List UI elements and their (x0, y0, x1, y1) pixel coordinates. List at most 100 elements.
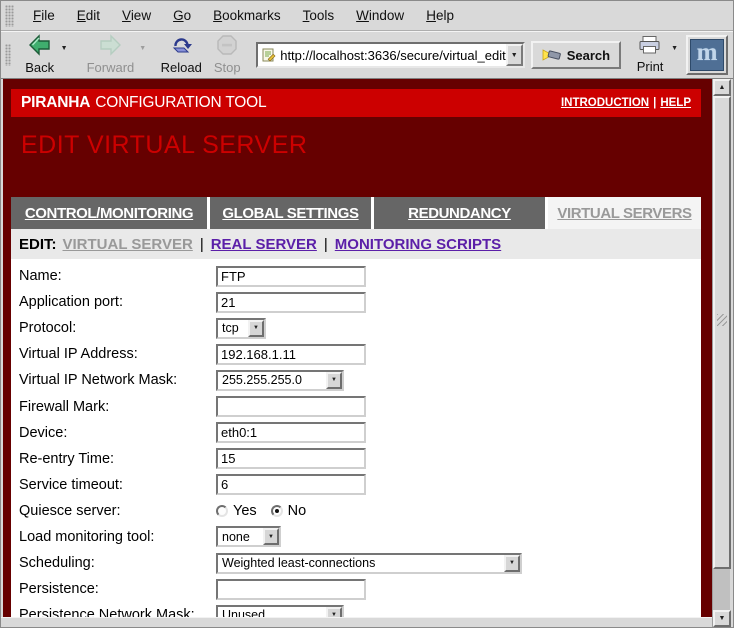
select-sched[interactable]: Weighted least-connections▼ (216, 553, 522, 574)
tab-bar: CONTROL/MONITORING GLOBAL SETTINGS REDUNDA… (11, 197, 701, 229)
print-dropdown-caret-icon[interactable]: ▼ (671, 45, 678, 52)
virtual-server-form: Name:FTPApplication port:21Protocol:tcp▼… (11, 259, 701, 617)
menu-window[interactable]: Window (345, 8, 415, 23)
dropdown-arrow-icon[interactable]: ▼ (504, 555, 520, 572)
select-value-sched: Weighted least-connections (222, 556, 504, 570)
reload-icon (169, 34, 193, 61)
scrollbar-down-arrow[interactable]: ▼ (713, 610, 731, 627)
field-label-loadmon: Load monitoring tool: (19, 529, 216, 545)
field-row-name: Name:FTP (19, 263, 701, 289)
input-value-name: FTP (221, 269, 246, 284)
subnav-link-virtual-server[interactable]: VIRTUAL SERVER (63, 236, 193, 253)
menu-view[interactable]: View (111, 8, 162, 23)
menu-help[interactable]: Help (415, 8, 465, 23)
banner-title: CONFIGURATION TOOL (95, 94, 266, 112)
field-label-timeout: Service timeout: (19, 477, 216, 493)
piranha-banner: PIRANHA CONFIGURATION TOOL INTRODUCTION|… (11, 89, 701, 117)
toolbar-grip-handle[interactable] (5, 44, 11, 66)
select-value-loadmon: none (222, 530, 263, 544)
field-row-loadmon: Load monitoring tool:none▼ (19, 524, 701, 550)
field-row-persistmask: Persistence Network Mask:Unused▼ (19, 602, 701, 617)
banner-link-help[interactable]: HELP (660, 97, 691, 109)
field-row-port: Application port:21 (19, 289, 701, 315)
page-content: PIRANHA CONFIGURATION TOOL INTRODUCTION|… (3, 79, 714, 617)
bookmark-page-icon[interactable] (262, 48, 276, 62)
url-bar[interactable]: http://localhost:3636/secure/virtual_edi… (256, 42, 524, 68)
tab-control-monitoring[interactable]: CONTROL/MONITORING (11, 197, 207, 229)
menu-file[interactable]: File (22, 8, 66, 23)
subnav-link-monitoring-scripts[interactable]: MONITORING SCRIPTS (335, 236, 501, 253)
tab-label: REDUNDANCY (408, 205, 511, 222)
input-vip[interactable]: 192.168.1.11 (216, 344, 366, 365)
print-button[interactable]: Print (629, 34, 671, 75)
radio-group-quiesce: YesNo (216, 503, 320, 519)
radio-quiesce-yes[interactable] (216, 505, 228, 517)
search-flashlight-icon (542, 47, 562, 63)
url-history-dropdown-icon[interactable]: ▼ (506, 44, 523, 66)
window-bottom-strip (1, 617, 714, 627)
menu-tools[interactable]: Tools (292, 8, 346, 23)
tab-redundancy[interactable]: REDUNDANCY (374, 197, 545, 229)
back-label: Back (25, 61, 54, 75)
stop-button[interactable]: Stop (206, 33, 248, 76)
viewport-left-edge (1, 79, 3, 617)
navigation-toolbar: Back ▼ Forward ▼ (1, 31, 733, 79)
stop-icon (216, 34, 238, 61)
url-input[interactable]: http://localhost:3636/secure/virtual_edi… (280, 48, 505, 63)
scrollbar-up-arrow[interactable]: ▲ (713, 79, 731, 96)
forward-dropdown-caret-icon[interactable]: ▼ (139, 45, 146, 52)
input-port[interactable]: 21 (216, 292, 366, 313)
radio-label-no: No (288, 503, 307, 519)
forward-button[interactable]: Forward (82, 33, 140, 76)
field-row-protocol: Protocol:tcp▼ (19, 315, 701, 341)
subnav-prefix: EDIT: (19, 236, 57, 253)
field-label-persist: Persistence: (19, 581, 216, 597)
back-button[interactable]: Back (19, 33, 61, 76)
input-name[interactable]: FTP (216, 266, 366, 287)
field-label-fwmark: Firewall Mark: (19, 399, 216, 415)
dropdown-arrow-icon[interactable]: ▼ (263, 528, 279, 545)
select-value-vipmask: 255.255.255.0 (222, 373, 326, 387)
field-label-reentry: Re-entry Time: (19, 451, 216, 467)
forward-button-group: Forward ▼ (82, 33, 155, 76)
input-reentry[interactable]: 15 (216, 448, 366, 469)
back-dropdown-caret-icon[interactable]: ▼ (61, 45, 68, 52)
tab-label: GLOBAL SETTINGS (222, 205, 358, 222)
select-protocol[interactable]: tcp▼ (216, 318, 266, 339)
banner-link-introduction[interactable]: INTRODUCTION (561, 97, 649, 109)
page-title: EDIT VIRTUAL SERVER (21, 131, 307, 160)
select-loadmon[interactable]: none▼ (216, 526, 281, 547)
scrollbar-thumb[interactable] (713, 96, 731, 569)
select-vipmask[interactable]: 255.255.255.0▼ (216, 370, 344, 391)
input-value-vip: 192.168.1.11 (221, 347, 296, 362)
menu-edit[interactable]: Edit (66, 8, 111, 23)
forward-icon (98, 34, 122, 61)
tab-global-settings[interactable]: GLOBAL SETTINGS (210, 197, 371, 229)
dropdown-arrow-icon[interactable]: ▼ (326, 607, 342, 617)
tab-virtual-servers[interactable]: VIRTUAL SERVERS (548, 197, 701, 229)
reload-button[interactable]: Reload (160, 33, 202, 76)
menu-go[interactable]: Go (162, 8, 202, 23)
menu-bookmarks[interactable]: Bookmarks (202, 8, 292, 23)
radio-quiesce-no[interactable] (271, 505, 283, 517)
field-row-vipmask: Virtual IP Network Mask:255.255.255.0▼ (19, 367, 701, 393)
field-row-timeout: Service timeout:6 (19, 472, 701, 498)
input-persist[interactable] (216, 579, 366, 600)
dropdown-arrow-icon[interactable]: ▼ (326, 372, 342, 389)
dropdown-arrow-icon[interactable]: ▼ (248, 320, 264, 337)
forward-label: Forward (87, 61, 135, 75)
browser-window: FileEditViewGoBookmarksToolsWindowHelp B… (0, 0, 734, 628)
field-row-persist: Persistence: (19, 576, 701, 602)
input-fwmark[interactable] (216, 396, 366, 417)
input-device[interactable]: eth0:1 (216, 422, 366, 443)
subnav-separator: | (200, 236, 204, 253)
select-persistmask[interactable]: Unused▼ (216, 605, 344, 617)
input-value-port: 21 (221, 295, 235, 310)
menubar-grip-handle[interactable] (5, 5, 14, 27)
banner-link-separator: | (653, 97, 656, 109)
search-button[interactable]: Search (531, 41, 621, 69)
subnav-link-real-server[interactable]: REAL SERVER (211, 236, 317, 253)
input-timeout[interactable]: 6 (216, 474, 366, 495)
vertical-scrollbar[interactable]: ▲ ▼ (712, 79, 730, 627)
mozilla-logo-button[interactable]: m (686, 35, 728, 75)
